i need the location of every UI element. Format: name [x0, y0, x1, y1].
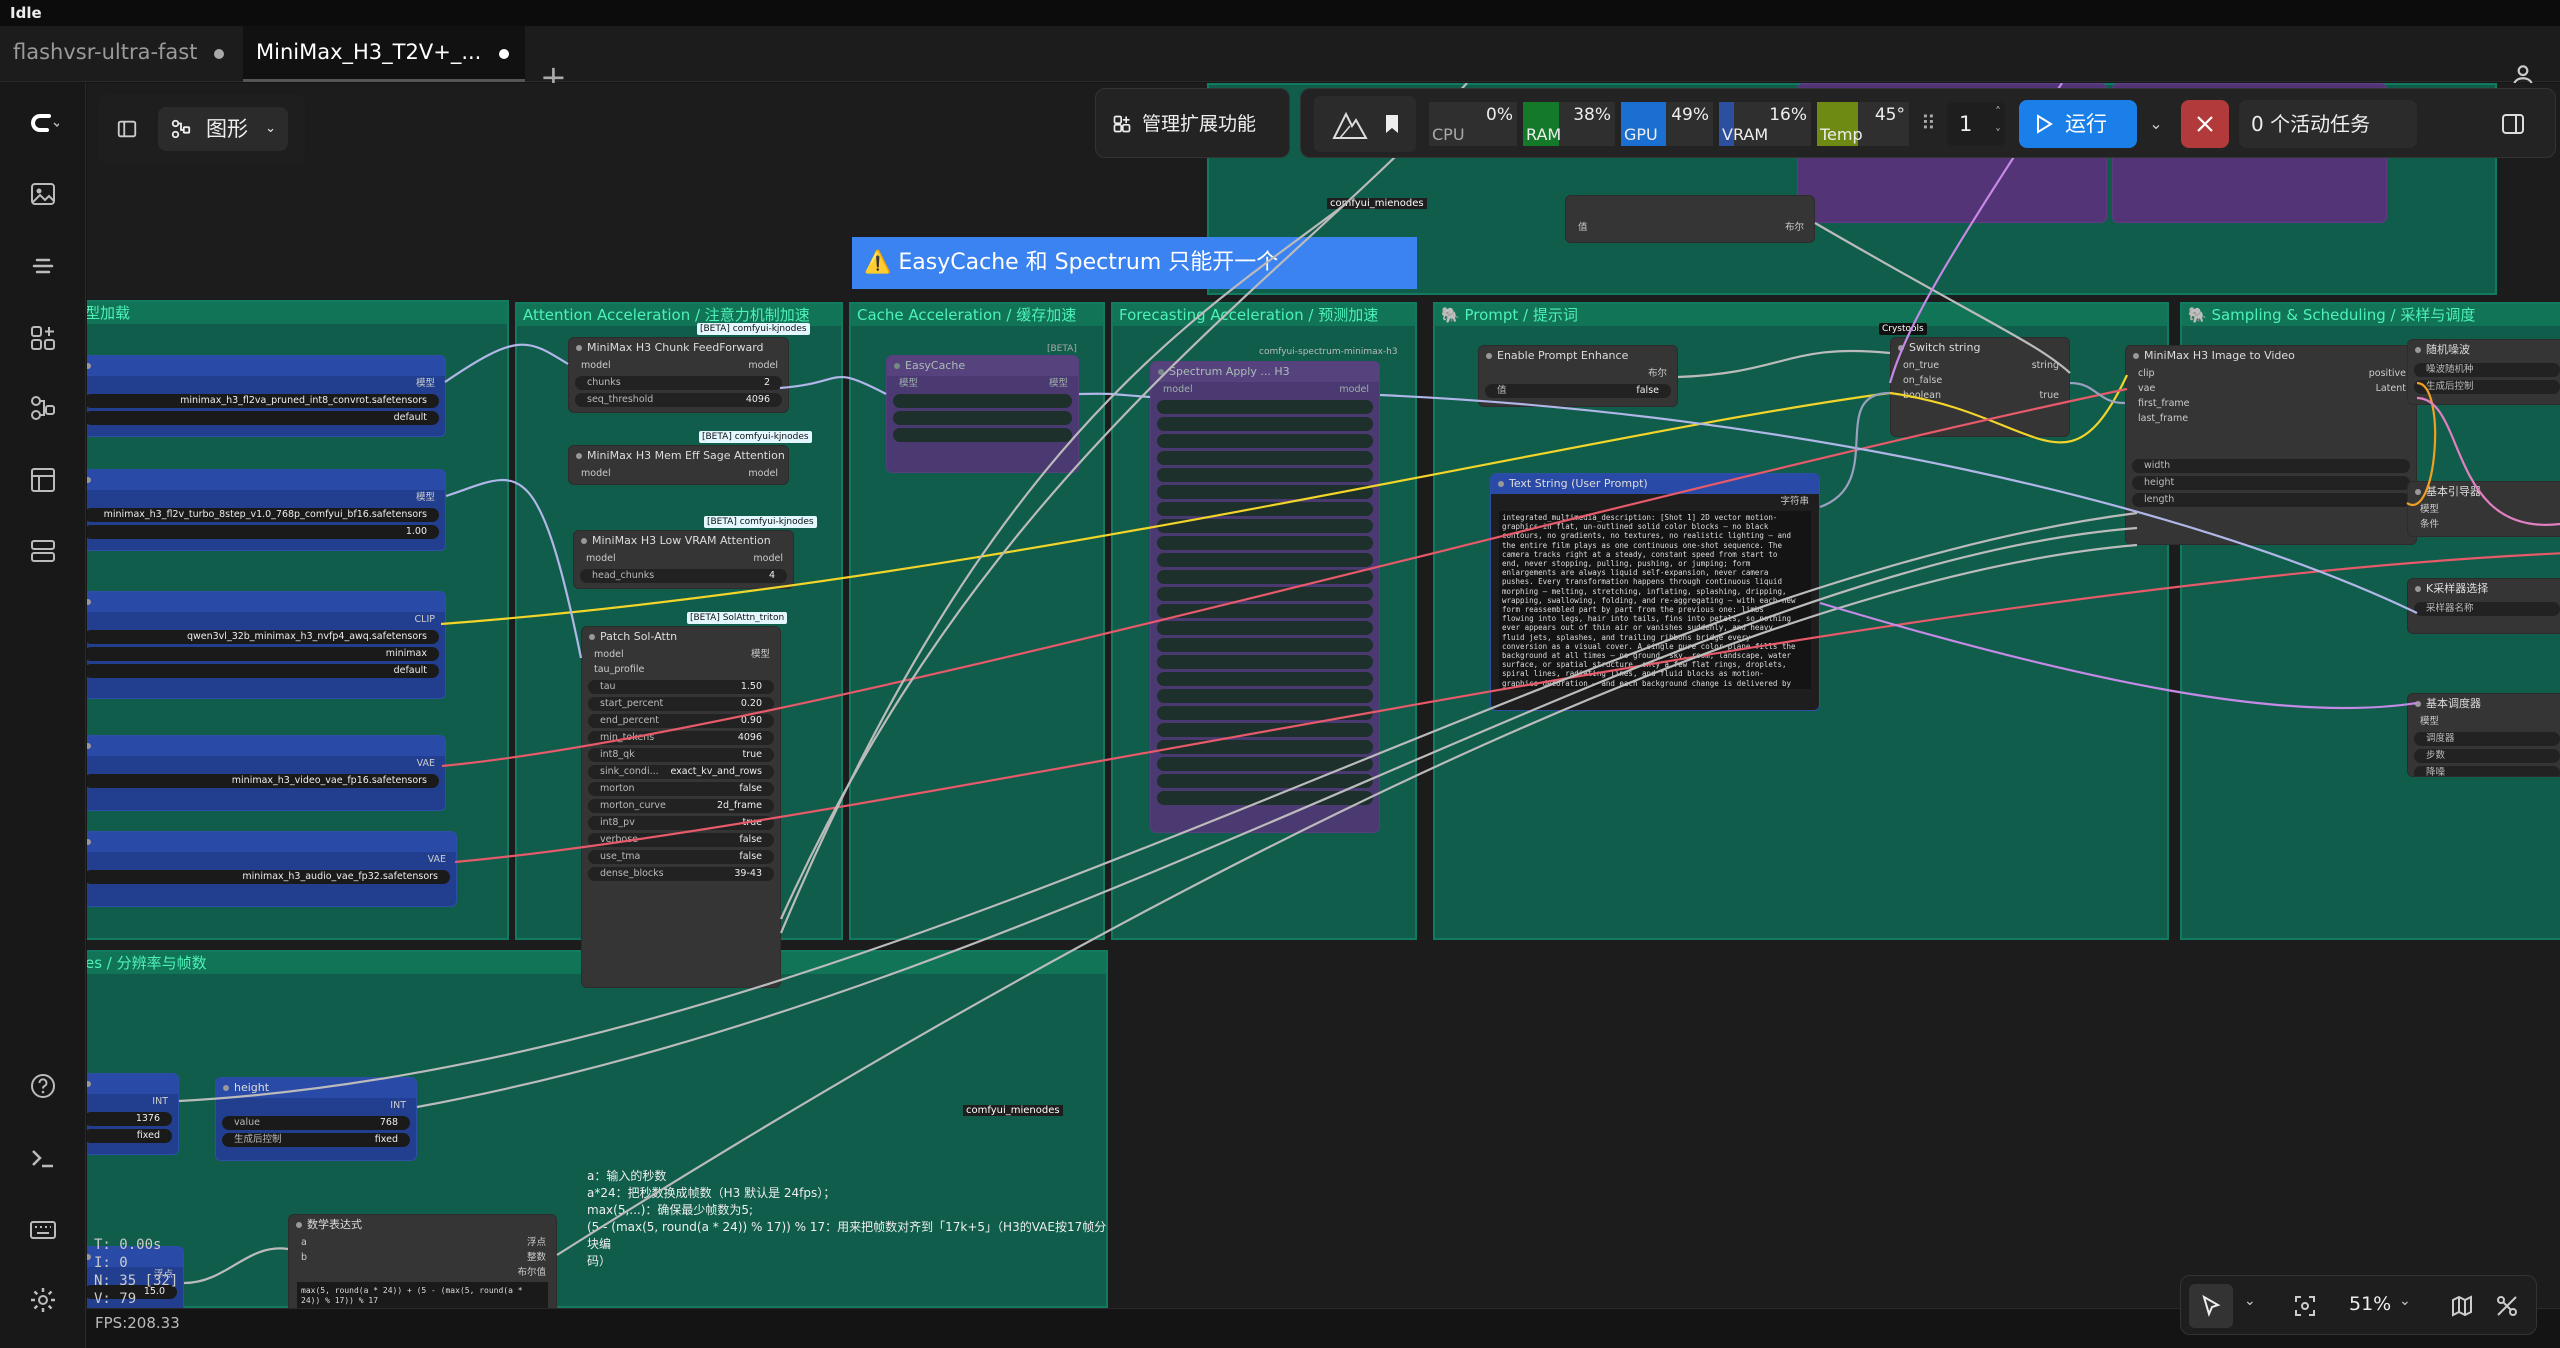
- ram-monitor: RAM 38%: [1523, 102, 1615, 146]
- batch-count-input[interactable]: 1 ˄ ˅: [1947, 102, 2005, 146]
- bool-link: [1677, 349, 1891, 379]
- unsaved-dot-icon: [214, 49, 224, 59]
- temp-label: Temp: [1820, 125, 1863, 144]
- image-icon[interactable]: [27, 178, 59, 210]
- model-link: [445, 478, 583, 659]
- bookmark-icon[interactable]: [1384, 113, 1400, 135]
- status-text: Idle: [10, 4, 42, 22]
- debug-line: I: 0: [94, 1255, 128, 1271]
- comfy-logo-icon[interactable]: [27, 108, 59, 140]
- positive-link: [2406, 381, 2437, 507]
- ram-label: RAM: [1526, 125, 1562, 144]
- top-link: [779, 83, 1468, 920]
- fit-view-icon[interactable]: [2294, 1295, 2316, 1317]
- vram-monitor: VRAM 16%: [1719, 102, 1811, 146]
- extensions-icon: [1113, 115, 1131, 133]
- templates-icon[interactable]: [27, 464, 59, 496]
- model-link: [779, 376, 887, 395]
- mixed-link: [1819, 601, 2418, 710]
- ram-value: 38%: [1573, 105, 1611, 125]
- vae-link: [454, 552, 2560, 864]
- manage-extensions-label: 管理扩展功能: [1142, 113, 1257, 135]
- manage-extensions-panel: 管理扩展功能: [1095, 88, 1290, 158]
- crystools-logo-button[interactable]: [1314, 96, 1416, 152]
- active-tasks-button[interactable]: 0 个活动任务: [2239, 100, 2417, 148]
- string-link: [1819, 391, 1891, 509]
- minimap-icon[interactable]: [2451, 1295, 2473, 1317]
- workflow-tabbar: flashvsr-ultra-fast MiniMax_H3_T2V+_... …: [0, 26, 2560, 96]
- tab-minimax[interactable]: MiniMax_H3_T2V+_...: [243, 26, 525, 82]
- model-library-icon[interactable]: [27, 250, 59, 282]
- close-icon: [2197, 116, 2213, 132]
- tab-label: MiniMax_H3_T2V+_...: [256, 40, 482, 64]
- graph-canvas[interactable]: 图形 ⌄ 值布尔 型加载 Attention Acceleration / 注意…: [87, 83, 2560, 1348]
- tab-label: flashvsr-ultra-fast: [13, 40, 198, 64]
- model-link: [444, 343, 569, 383]
- clip-link: [440, 391, 1891, 626]
- active-tasks-label: 0 个活动任务: [2251, 112, 2371, 136]
- temp-monitor: Temp 45°: [1817, 102, 1909, 146]
- tab-flashvsr[interactable]: flashvsr-ultra-fast: [0, 26, 235, 82]
- int-link: [416, 526, 2138, 1109]
- pointer-icon: [2202, 1295, 2221, 1317]
- stepper-down-icon[interactable]: ˅: [1995, 112, 2001, 156]
- temp-value: 45°: [1874, 105, 1905, 125]
- debug-line: V: 79: [94, 1291, 137, 1307]
- keyboard-icon[interactable]: [27, 1214, 59, 1246]
- run-toolbar: CPU 0% RAM 38% GPU 49% VRAM 16% Temp 45°…: [1300, 88, 2556, 158]
- latent-link: [2416, 396, 2560, 526]
- gpu-monitor: GPU 49%: [1621, 102, 1713, 146]
- vram-label: VRAM: [1722, 125, 1769, 144]
- play-icon: [2037, 114, 2053, 134]
- zoom-level[interactable]: 51%: [2349, 1293, 2391, 1315]
- zoom-toolbar: ⌄ 51% ⌄: [2180, 1275, 2537, 1335]
- link-wires: [178, 83, 2560, 1285]
- fps-readout: FPS:208.33: [95, 1314, 180, 1332]
- float-link: [183, 1247, 289, 1285]
- run-button[interactable]: 运行: [2019, 100, 2137, 148]
- int-link: [178, 511, 2138, 1103]
- canvas-content: 值布尔 型加载 Attention Acceleration / 注意力机制加速…: [87, 83, 2560, 1348]
- left-sidebar: [0, 83, 86, 1348]
- terminal-icon[interactable]: [27, 1142, 59, 1174]
- debug-line: N: 35 [32]: [94, 1273, 179, 1289]
- gpu-label: GPU: [1624, 125, 1658, 144]
- select-tool-button[interactable]: [2189, 1284, 2233, 1328]
- zoom-chevron-down-icon[interactable]: ⌄: [2399, 1293, 2411, 1309]
- settings-gear-icon[interactable]: [27, 1284, 59, 1316]
- link-visibility-icon[interactable]: [2496, 1295, 2518, 1317]
- cpu-value: 0%: [1486, 105, 1513, 125]
- batch-count-value: 1: [1959, 112, 1973, 136]
- comfyui-app: Idle flashvsr-ultra-fast MiniMax_H3_T2V+…: [0, 0, 2560, 1348]
- tool-chevron-down-icon[interactable]: ⌄: [2244, 1293, 2256, 1309]
- unsaved-dot-icon: [499, 49, 509, 59]
- mountain-logo-icon: [1332, 111, 1368, 139]
- model-link: [1379, 393, 2418, 614]
- help-icon[interactable]: [27, 1070, 59, 1102]
- right-panel-toggle-icon[interactable]: [2501, 113, 2525, 135]
- debug-line: T: 0.00s: [94, 1237, 162, 1253]
- clip-link: [1889, 374, 2128, 444]
- top-link: [779, 202, 1348, 934]
- manage-extensions-button[interactable]: 管理扩展功能: [1108, 102, 1278, 146]
- queue-icon[interactable]: [27, 534, 59, 566]
- cancel-button[interactable]: [2181, 100, 2229, 148]
- window-titlebar: Idle: [0, 0, 2560, 26]
- vae-link: [441, 387, 2128, 768]
- cpu-monitor: CPU 0%: [1429, 102, 1517, 146]
- run-options-chevron-icon[interactable]: ⌄: [2143, 109, 2169, 139]
- run-label: 运行: [2065, 112, 2107, 136]
- gpu-value: 49%: [1671, 105, 1709, 125]
- drag-handle-icon[interactable]: ⠿: [1921, 111, 1936, 135]
- debug-stats: T: 0.00s I: 0 N: 35 [32] V: 79: [94, 1236, 178, 1308]
- workflows-icon[interactable]: [27, 392, 59, 424]
- vram-value: 16%: [1769, 105, 1807, 125]
- node-library-icon[interactable]: [27, 322, 59, 354]
- cpu-label: CPU: [1432, 125, 1465, 144]
